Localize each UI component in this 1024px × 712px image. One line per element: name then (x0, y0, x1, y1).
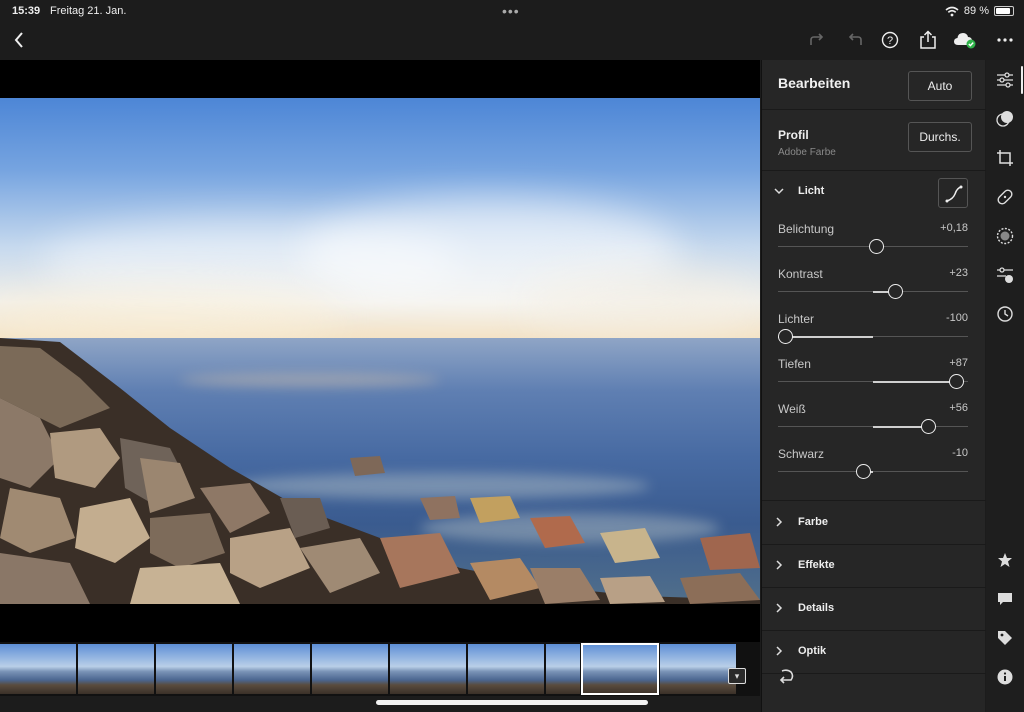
filmstrip[interactable]: ▾ (0, 642, 760, 696)
info-icon[interactable] (986, 665, 1024, 689)
history-icon[interactable] (986, 302, 1024, 326)
slider-weiß[interactable]: Weiß +56 (778, 402, 968, 447)
cloud-synced-icon[interactable] (950, 22, 980, 58)
edit-sliders-icon[interactable] (986, 68, 1024, 92)
section-title: Farbe (798, 516, 828, 528)
healing-icon[interactable] (986, 185, 1024, 209)
tag-icon[interactable] (986, 626, 1024, 650)
slider-knob[interactable] (949, 374, 965, 389)
chevron-right-icon (774, 559, 784, 573)
section-effekte[interactable]: Effekte (762, 545, 986, 588)
slider-label: Kontrast (778, 267, 823, 281)
multitask-dots-icon[interactable]: ••• (502, 3, 520, 19)
photo-image[interactable] (0, 98, 760, 604)
profile-row[interactable]: Profil Adobe Farbe Durchs. (762, 111, 986, 171)
profile-value: Adobe Farbe (778, 147, 836, 158)
masking-icon[interactable] (986, 107, 1024, 131)
tool-sidebar (986, 60, 1024, 712)
filmstrip-thumb[interactable] (0, 644, 76, 694)
filmstrip-thumb[interactable] (468, 644, 544, 694)
chevron-down-icon (774, 185, 784, 199)
slider-track[interactable] (778, 471, 968, 472)
slider-value[interactable]: +87 (949, 357, 968, 369)
section-details[interactable]: Details (762, 588, 986, 631)
slider-value[interactable]: +23 (949, 267, 968, 279)
photo-rocks (0, 338, 760, 604)
section-farbe[interactable]: Farbe (762, 502, 986, 545)
profile-label: Profil (778, 128, 809, 142)
photo-canvas[interactable] (0, 60, 760, 642)
battery-percent: 89 % (963, 5, 989, 17)
tone-curve-icon[interactable] (938, 178, 968, 208)
top-toolbar: ? (0, 22, 1024, 60)
svg-text:?: ? (887, 35, 893, 47)
auto-button[interactable]: Auto (908, 71, 972, 101)
star-icon[interactable] (986, 548, 1024, 572)
filmstrip-thumb[interactable] (660, 644, 736, 694)
slider-value[interactable]: +0,18 (940, 222, 968, 234)
slider-fill (873, 425, 929, 428)
filmstrip-thumb[interactable] (234, 644, 310, 694)
slider-lichter[interactable]: Lichter -100 (778, 312, 968, 357)
back-icon[interactable] (4, 22, 34, 58)
slider-schwarz[interactable]: Schwarz -10 (778, 447, 968, 492)
undo-icon[interactable] (840, 22, 870, 58)
filmstrip-thumb-selected[interactable] (581, 643, 659, 695)
slider-value[interactable]: -100 (946, 312, 968, 324)
slider-knob[interactable] (920, 419, 936, 434)
edit-panel: Bearbeiten Auto Profil Adobe Farbe Durch… (761, 60, 986, 712)
battery-icon (994, 6, 1014, 16)
status-date: Freitag 21. Jan. (50, 5, 127, 17)
slider-kontrast[interactable]: Kontrast +23 (778, 267, 968, 312)
light-section-title: Licht (798, 185, 825, 197)
filmstrip-thumb[interactable] (78, 644, 154, 694)
slider-belichtung[interactable]: Belichtung +0,18 (778, 222, 968, 267)
more-icon[interactable] (990, 22, 1020, 58)
presets-icon[interactable] (986, 263, 1024, 287)
slider-knob[interactable] (869, 239, 885, 254)
comment-icon[interactable] (986, 587, 1024, 611)
slider-value[interactable]: -10 (952, 447, 968, 459)
filmstrip-thumb[interactable] (390, 644, 466, 694)
filmstrip-thumb[interactable] (156, 644, 232, 694)
slider-label: Belichtung (778, 222, 835, 236)
reset-icon[interactable] (778, 668, 796, 689)
slider-label: Lichter (778, 312, 815, 326)
filmstrip-thumb[interactable] (546, 644, 580, 694)
redo-icon[interactable] (802, 22, 832, 58)
light-section: Licht Belichtung +0,18 Kontrast +23 Lichter -… (762, 172, 986, 501)
light-section-header[interactable]: Licht (762, 172, 986, 214)
slider-tiefen[interactable]: Tiefen +87 (778, 357, 968, 402)
slider-fill (873, 380, 957, 383)
photo-sky (0, 98, 760, 348)
share-icon[interactable] (913, 22, 943, 58)
chevron-right-icon (774, 645, 784, 659)
section-title: Effekte (798, 559, 835, 571)
wifi-icon (945, 6, 959, 16)
slider-label: Schwarz (778, 447, 825, 461)
battery-fill (996, 8, 1011, 14)
filmstrip-thumb[interactable] (312, 644, 388, 694)
status-bar: 15:39 Freitag 21. Jan. ••• 89 % (0, 0, 1024, 22)
slider-value[interactable]: +56 (949, 402, 968, 414)
selective-icon[interactable] (986, 224, 1024, 248)
slider-knob[interactable] (778, 329, 793, 344)
slider-label: Weiß (778, 402, 806, 416)
filmstrip-toggle-icon[interactable]: ▾ (728, 668, 746, 684)
help-icon[interactable]: ? (875, 22, 905, 58)
chevron-right-icon (774, 516, 784, 530)
home-indicator[interactable] (376, 700, 648, 705)
section-title: Details (798, 602, 835, 614)
slider-knob[interactable] (888, 284, 904, 299)
slider-label: Tiefen (778, 357, 811, 371)
section-title: Optik (798, 645, 827, 657)
crop-icon[interactable] (986, 146, 1024, 170)
chevron-right-icon (774, 602, 784, 616)
panel-header: Bearbeiten Auto (762, 60, 986, 110)
browse-profiles-button[interactable]: Durchs. (908, 122, 972, 152)
slider-knob[interactable] (856, 464, 871, 479)
panel-title: Bearbeiten (778, 75, 851, 91)
status-time: 15:39 (12, 5, 41, 17)
